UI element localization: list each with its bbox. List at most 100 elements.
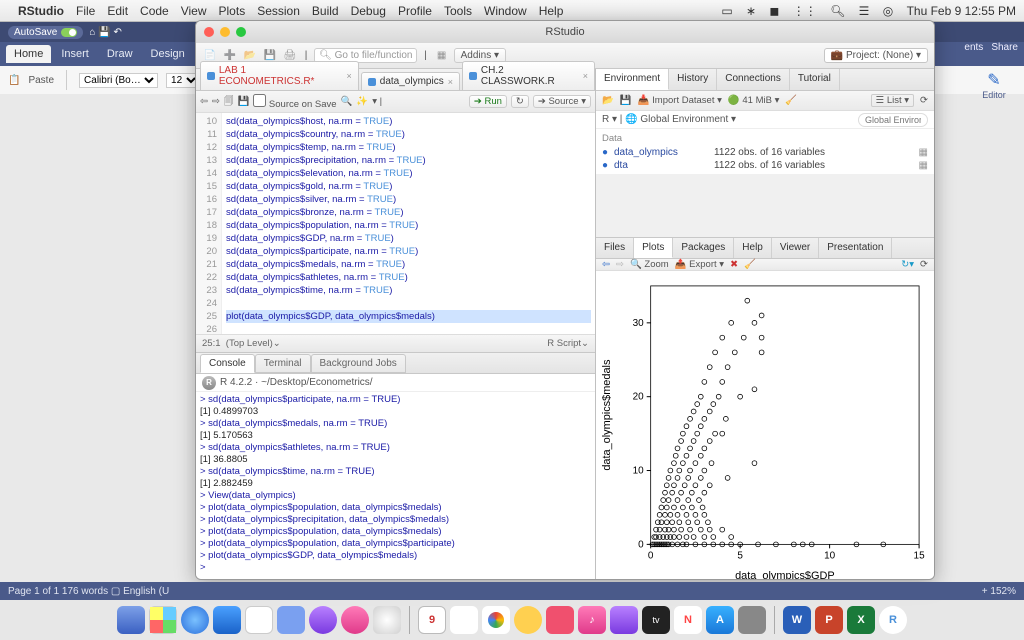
plots-tab[interactable]: Files xyxy=(596,238,634,258)
maximize-icon[interactable] xyxy=(236,27,246,37)
plot-next-icon[interactable]: ⇨ xyxy=(616,259,624,270)
console-output[interactable]: > sd(data_olympics$participate, na.rm = … xyxy=(196,392,595,579)
dock-app[interactable]: N xyxy=(674,606,702,634)
dock-app[interactable] xyxy=(450,606,478,634)
project-menu[interactable]: 💼 Project: (None) ▾ xyxy=(824,48,928,63)
undo-icon[interactable]: ↶ xyxy=(113,27,121,38)
dock-app[interactable] xyxy=(309,606,337,634)
source-file-tab[interactable]: data_olympics× xyxy=(361,72,460,90)
dock-app[interactable]: tv xyxy=(642,606,670,634)
font-select[interactable]: Calibri (Bo… xyxy=(79,73,158,88)
clear-plots-icon[interactable]: 🧹 xyxy=(744,259,756,270)
refresh-plot-icon[interactable]: ⟳ xyxy=(920,259,928,270)
refresh-icon[interactable]: ⟳ xyxy=(920,95,928,106)
plot-prev-icon[interactable]: ⇦ xyxy=(602,259,610,270)
dock-app[interactable] xyxy=(610,606,638,634)
new-project-icon[interactable]: ➕ xyxy=(222,48,238,64)
plots-tab[interactable]: Packages xyxy=(673,238,734,258)
menubar-item[interactable]: Debug xyxy=(351,4,386,18)
save-icon[interactable]: 💾 xyxy=(98,27,110,38)
tab-bgjobs[interactable]: Background Jobs xyxy=(311,354,406,373)
menubar-item[interactable]: Profile xyxy=(398,4,432,18)
env-tab[interactable]: Tutorial xyxy=(790,69,840,90)
dock-app[interactable] xyxy=(181,606,209,634)
autosave-toggle[interactable]: AutoSave xyxy=(8,26,83,39)
source-on-save-checkbox[interactable]: Source on Save xyxy=(253,94,336,110)
menubar-clock[interactable]: Thu Feb 9 12:55 PM xyxy=(907,4,1016,18)
menubar-item[interactable]: Code xyxy=(140,4,169,18)
dock-app[interactable]: P xyxy=(815,606,843,634)
dock-app[interactable] xyxy=(149,606,177,634)
plots-tab[interactable]: Help xyxy=(734,238,772,258)
export-button[interactable]: 📤 Export ▾ xyxy=(675,259,724,270)
source-file-tab[interactable]: LAB 1 ECONOMETRICS.R*× xyxy=(200,61,359,90)
remove-plot-icon[interactable]: ✖ xyxy=(730,259,738,270)
dock-app[interactable]: A xyxy=(706,606,734,634)
siri-icon[interactable]: ◎ xyxy=(883,4,893,18)
dock-app[interactable]: ♪ xyxy=(578,606,606,634)
open-icon[interactable]: 📂 xyxy=(242,48,258,64)
menubar-item[interactable]: Tools xyxy=(444,4,472,18)
view-mode-button[interactable]: ☰ List ▾ xyxy=(871,94,914,107)
print-icon[interactable]: 🖨 xyxy=(282,48,298,64)
dock-app[interactable]: W xyxy=(783,606,811,634)
comments-label[interactable]: ents xyxy=(964,42,983,53)
save-all-icon[interactable]: 💾 xyxy=(262,48,278,64)
dock-app[interactable] xyxy=(213,606,241,634)
menubar-item[interactable]: Edit xyxy=(107,4,128,18)
find-icon[interactable]: 🔍 xyxy=(341,96,353,107)
plots-tab[interactable]: Plots xyxy=(634,238,673,258)
menubar-item[interactable]: Session xyxy=(257,4,300,18)
dock-app[interactable] xyxy=(117,606,145,634)
zoom-button[interactable]: 🔍 Zoom xyxy=(630,259,669,270)
menubar-item[interactable]: Window xyxy=(484,4,527,18)
control-center-icon[interactable]: ☰ xyxy=(859,4,870,18)
editor-icon[interactable]: ✎ xyxy=(987,70,1000,90)
minimize-icon[interactable] xyxy=(220,27,230,37)
menubar-item[interactable]: Build xyxy=(312,4,339,18)
source-editor[interactable]: 10 11 12 13 14 15 16 17 18 19 20 21 22 2… xyxy=(196,113,595,334)
word-tab[interactable]: Design xyxy=(143,45,193,63)
rstudio-titlebar[interactable]: RStudio xyxy=(196,21,934,43)
env-tab[interactable]: Connections xyxy=(717,69,790,90)
plots-tab[interactable]: Presentation xyxy=(819,238,892,258)
back-icon[interactable]: ⇦ xyxy=(200,96,208,107)
dock-app[interactable] xyxy=(514,606,542,634)
word-tab[interactable]: Draw xyxy=(99,45,141,63)
fwd-icon[interactable]: ⇨ xyxy=(212,96,220,107)
menubar-item[interactable]: File xyxy=(76,4,95,18)
dock-app[interactable]: X xyxy=(847,606,875,634)
env-tab[interactable]: Environment xyxy=(596,69,669,90)
env-row[interactable]: ●data_olympics1122 obs. of 16 variables▦ xyxy=(602,146,928,159)
env-tab[interactable]: History xyxy=(669,69,717,90)
env-row[interactable]: ●dta1122 obs. of 16 variables▦ xyxy=(602,159,928,172)
home-icon[interactable]: ⌂ xyxy=(89,27,95,38)
dock-app[interactable] xyxy=(341,606,369,634)
search-icon[interactable]: 🔍︎ xyxy=(830,4,845,18)
dock-app[interactable]: R xyxy=(879,606,907,634)
share-button[interactable]: Share xyxy=(991,42,1018,53)
new-file-icon[interactable]: 📄 xyxy=(202,48,218,64)
dock-app[interactable] xyxy=(277,606,305,634)
broom-icon[interactable]: 🧹 xyxy=(785,95,797,106)
source-file-tab[interactable]: CH.2 CLASSWORK.R× xyxy=(462,61,595,90)
save-ws-icon[interactable]: 💾 xyxy=(620,95,632,106)
show-doc-icon[interactable]: 🗐 xyxy=(224,94,234,110)
dock-app[interactable] xyxy=(546,606,574,634)
word-tab[interactable]: Insert xyxy=(53,45,97,63)
publish-icon[interactable]: ↻▾ xyxy=(901,259,914,270)
run-button[interactable]: ➔ Run xyxy=(469,95,507,108)
dock-app[interactable]: 9 xyxy=(418,606,446,634)
dock-app[interactable] xyxy=(738,606,766,634)
word-tab[interactable]: Home xyxy=(6,45,51,63)
dock-app[interactable] xyxy=(482,606,510,634)
source-button[interactable]: ➔ Source ▾ xyxy=(533,95,591,108)
tab-terminal[interactable]: Terminal xyxy=(255,354,311,373)
memory-indicator[interactable]: 🟢 41 MiB ▾ xyxy=(728,95,779,106)
dock-app[interactable] xyxy=(245,606,273,634)
menubar-item[interactable]: View xyxy=(181,4,207,18)
grid-icon[interactable]: ▦ xyxy=(434,48,450,64)
menubar-item[interactable]: Plots xyxy=(219,4,246,18)
dock-app[interactable] xyxy=(373,606,401,634)
tab-console[interactable]: Console xyxy=(200,354,255,373)
